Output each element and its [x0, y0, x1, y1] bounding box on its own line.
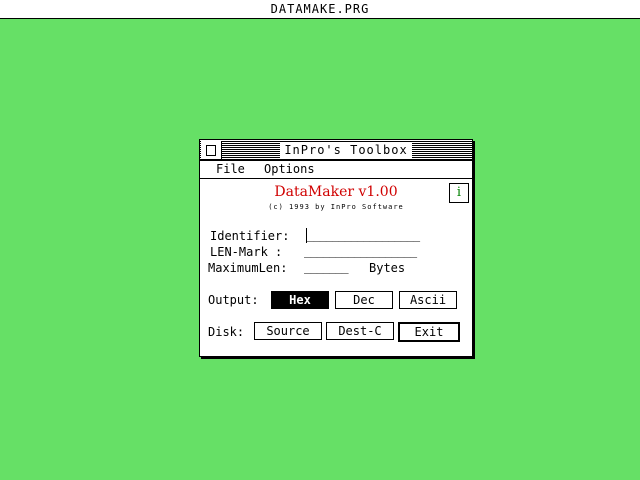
window-titlebar[interactable]: InPro's Toolbox: [200, 140, 472, 161]
dest-c-button[interactable]: Dest-C: [326, 322, 394, 340]
disk-label: Disk:: [208, 325, 245, 339]
lenmark-input[interactable]: __________________: [304, 244, 417, 259]
desktop-title-bar: DATAMAKE.PRG: [0, 0, 640, 19]
output-label: Output:: [208, 293, 259, 307]
identifier-input[interactable]: __________________: [307, 228, 420, 243]
copyright-text: (c) 1993 by InPro Software: [268, 203, 404, 211]
menu-options[interactable]: Options: [264, 161, 315, 178]
output-ascii-button[interactable]: Ascii: [399, 291, 457, 309]
toolbox-window: InPro's Toolbox File Options DataMaker v…: [199, 139, 473, 357]
close-icon: [206, 145, 216, 156]
identifier-label: Identifier:: [210, 229, 290, 243]
menu-bar: File Options: [200, 161, 472, 179]
program-title: DATAMAKE.PRG: [270, 2, 370, 16]
exit-button[interactable]: Exit: [398, 322, 460, 342]
close-box[interactable]: [201, 141, 222, 159]
maxlen-label: MaximumLen:: [208, 261, 288, 275]
output-dec-button[interactable]: Dec: [335, 291, 393, 309]
lenmark-label: LEN-Mark :: [210, 245, 283, 259]
app-title: DataMaker v1.00: [274, 184, 398, 200]
source-button[interactable]: Source: [254, 322, 322, 340]
menu-file[interactable]: File: [216, 161, 245, 178]
bytes-unit: Bytes: [369, 261, 406, 275]
window-title: InPro's Toolbox: [280, 142, 412, 158]
output-hex-button[interactable]: Hex: [271, 291, 329, 309]
info-button[interactable]: i: [449, 183, 469, 203]
maxlen-input[interactable]: _______: [304, 260, 349, 275]
